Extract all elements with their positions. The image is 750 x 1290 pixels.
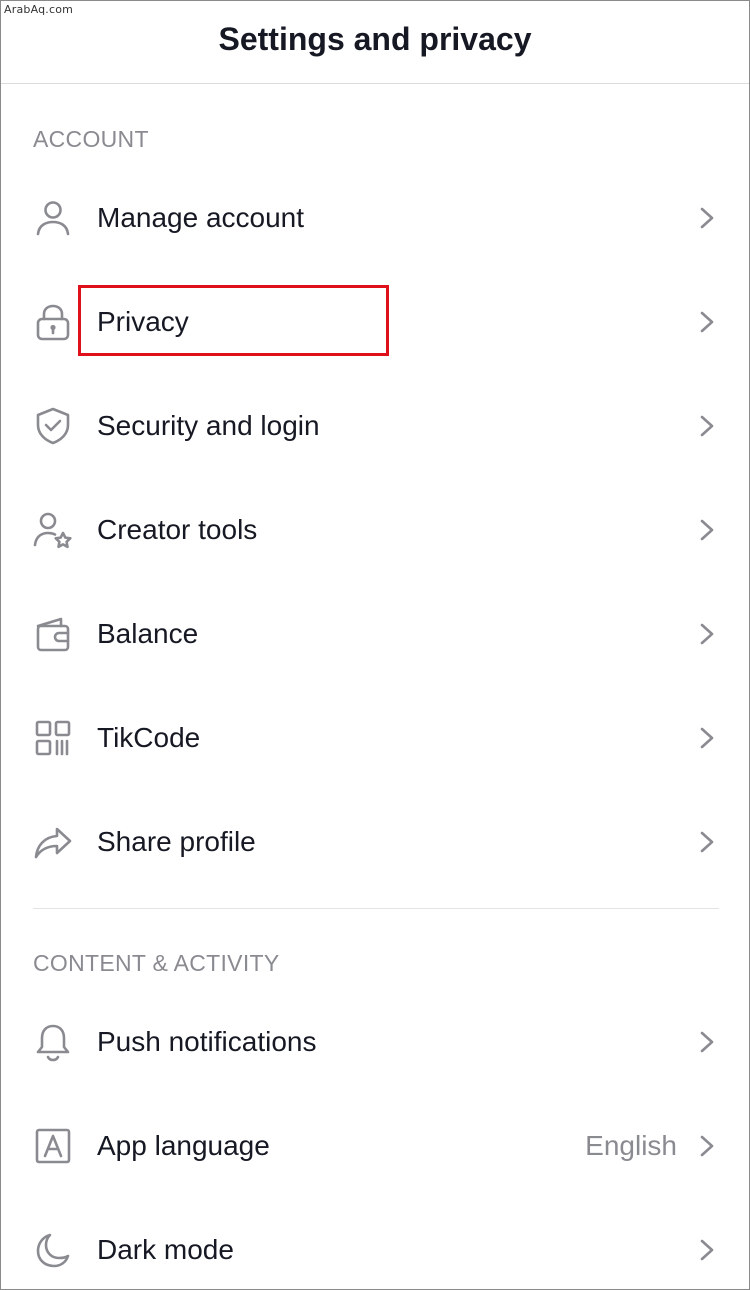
menu-item-label: Manage account [97,202,305,233]
settings-screen: Settings and privacy ArabAq.com ACCOUNT … [0,0,750,1290]
menu-item-label: Creator tools [97,514,258,545]
menu-item-label: Dark mode [97,1234,234,1265]
language-icon [33,1126,73,1166]
menu-item-creator-tools[interactable]: Creator tools [1,478,749,582]
chevron-right-icon [699,414,715,438]
header-bar: Settings and privacy [1,1,749,84]
menu-item-dark-mode[interactable]: Dark mode [1,1198,749,1289]
section-header-content-activity: CONTENT & ACTIVITY [33,950,280,976]
moon-icon [33,1230,73,1270]
person-star-icon [33,510,73,550]
chevron-right-icon [699,726,715,750]
menu-item-balance[interactable]: Balance [1,582,749,686]
qr-code-icon [33,718,73,758]
menu-item-security-and-login[interactable]: Security and login [1,374,749,478]
chevron-right-icon [699,518,715,542]
section-header-account: ACCOUNT [33,126,149,152]
shield-icon [33,406,73,446]
chevron-right-icon [699,830,715,854]
lock-icon [33,302,73,342]
chevron-right-icon [699,1134,715,1158]
section-divider [33,908,719,909]
highlight-annotation-box [78,285,389,356]
menu-item-label: TikCode [97,722,201,753]
bell-icon [33,1022,73,1062]
page-title: Settings and privacy [218,20,532,57]
chevron-right-icon [699,206,715,230]
watermark: ArabAq.com [4,3,74,16]
menu-item-label: Security and login [97,410,320,441]
chevron-right-icon [699,1238,715,1262]
chevron-right-icon [699,310,715,334]
menu-item-app-language[interactable]: App language English [1,1094,749,1198]
menu-item-manage-account[interactable]: Manage account [1,166,749,270]
current-language-value: English [585,1130,677,1161]
menu-item-tikcode[interactable]: TikCode [1,686,749,790]
chevron-right-icon [699,622,715,646]
wallet-icon [33,614,73,654]
menu-item-share-profile[interactable]: Share profile [1,790,749,894]
menu-item-label: Share profile [97,826,256,857]
chevron-right-icon [699,1030,715,1054]
menu-item-label: Balance [97,618,199,649]
share-arrow-icon [33,822,73,862]
menu-item-label: App language [97,1130,270,1161]
menu-item-push-notifications[interactable]: Push notifications [1,990,749,1094]
menu-item-label: Push notifications [97,1026,317,1057]
person-icon [33,198,73,238]
